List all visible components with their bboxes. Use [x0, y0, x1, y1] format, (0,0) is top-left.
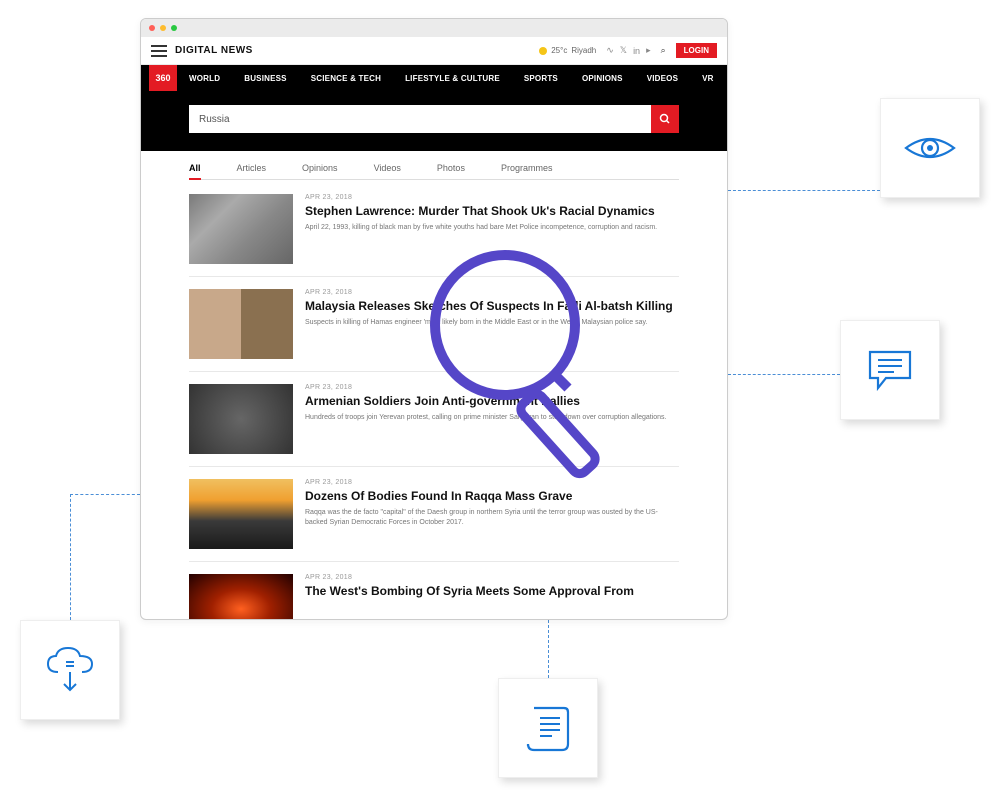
- twitter-icon[interactable]: 𝕏: [620, 45, 627, 56]
- tab-videos[interactable]: Videos: [374, 163, 401, 173]
- list-item[interactable]: APR 23, 2018 Stephen Lawrence: Murder Th…: [189, 194, 679, 277]
- brand-title: DIGITAL NEWS: [175, 45, 253, 56]
- youtube-icon[interactable]: ▸: [646, 45, 651, 56]
- feature-card-script: [498, 678, 598, 778]
- article-body: APR 23, 2018 Stephen Lawrence: Murder Th…: [305, 194, 679, 264]
- content-area: All Articles Opinions Videos Photos Prog…: [141, 151, 727, 620]
- hamburger-icon[interactable]: [151, 45, 167, 57]
- search-input[interactable]: [189, 105, 651, 133]
- linkedin-icon[interactable]: in: [633, 46, 640, 56]
- article-thumbnail: [189, 289, 293, 359]
- connector-line: [70, 494, 140, 495]
- window-titlebar: [141, 19, 727, 37]
- article-body: APR 23, 2018 Dozens Of Bodies Found In R…: [305, 479, 679, 549]
- tab-programmes[interactable]: Programmes: [501, 163, 553, 173]
- article-body: APR 23, 2018 Malaysia Releases Sketches …: [305, 289, 679, 359]
- top-header: DIGITAL NEWS 25°c Riyadh ∿ 𝕏 in ▸ ⌕ LOGI…: [141, 37, 727, 65]
- connector-line: [728, 190, 880, 191]
- maximize-icon[interactable]: [171, 25, 177, 31]
- weather-temp: 25°c: [551, 46, 567, 55]
- rss-icon[interactable]: ∿: [606, 45, 614, 56]
- nav-business[interactable]: BUSINESS: [232, 74, 299, 83]
- nav-videos[interactable]: VIDEOS: [635, 74, 690, 83]
- nav-world[interactable]: WORLD: [177, 74, 232, 83]
- article-title: Dozens Of Bodies Found In Raqqa Mass Gra…: [305, 489, 679, 504]
- article-date: APR 23, 2018: [305, 479, 679, 486]
- article-date: APR 23, 2018: [305, 574, 679, 581]
- login-button[interactable]: LOGIN: [676, 43, 717, 58]
- article-title: Stephen Lawrence: Murder That Shook Uk's…: [305, 204, 679, 219]
- sun-icon: [539, 47, 547, 55]
- nav-vr[interactable]: VR: [690, 74, 726, 83]
- article-title: Malaysia Releases Sketches Of Suspects I…: [305, 299, 679, 314]
- eye-icon: [902, 128, 958, 168]
- minimize-icon[interactable]: [160, 25, 166, 31]
- list-item[interactable]: APR 23, 2018 Dozens Of Bodies Found In R…: [189, 479, 679, 562]
- article-body: APR 23, 2018 Armenian Soldiers Join Anti…: [305, 384, 679, 454]
- feature-card-download: [20, 620, 120, 720]
- close-icon[interactable]: [149, 25, 155, 31]
- article-thumbnail: [189, 384, 293, 454]
- list-item[interactable]: APR 23, 2018 The West's Bombing Of Syria…: [189, 574, 679, 620]
- chat-icon: [866, 348, 914, 392]
- nav-science[interactable]: SCIENCE & TECH: [299, 74, 393, 83]
- weather-city: Riyadh: [571, 46, 596, 55]
- social-icons: ∿ 𝕏 in ▸ ⌕: [606, 45, 665, 56]
- article-date: APR 23, 2018: [305, 384, 679, 391]
- nav-lifestyle[interactable]: LIFESTYLE & CULTURE: [393, 74, 512, 83]
- connector-line: [548, 620, 549, 678]
- article-title: Armenian Soldiers Join Anti-government R…: [305, 394, 679, 409]
- search-button[interactable]: [651, 105, 679, 133]
- article-desc: Suspects in killing of Hamas engineer 'm…: [305, 318, 679, 328]
- article-thumbnail: [189, 479, 293, 549]
- article-body: APR 23, 2018 The West's Bombing Of Syria…: [305, 574, 679, 620]
- filter-tabs: All Articles Opinions Videos Photos Prog…: [189, 163, 679, 180]
- tab-opinions[interactable]: Opinions: [302, 163, 338, 173]
- tab-articles[interactable]: Articles: [237, 163, 267, 173]
- searchbar: [189, 105, 679, 133]
- weather-widget: 25°c Riyadh: [539, 46, 596, 55]
- main-nav: 360 WORLD BUSINESS SCIENCE & TECH LIFEST…: [141, 65, 727, 91]
- connector-line: [70, 494, 71, 620]
- tab-all[interactable]: All: [189, 163, 201, 173]
- nav-logo[interactable]: 360: [149, 65, 177, 91]
- list-item[interactable]: APR 23, 2018 Malaysia Releases Sketches …: [189, 289, 679, 372]
- article-title: The West's Bombing Of Syria Meets Some A…: [305, 584, 679, 599]
- header-right: 25°c Riyadh ∿ 𝕏 in ▸ ⌕ LOGIN: [539, 43, 717, 58]
- cloud-download-icon: [42, 642, 98, 698]
- article-desc: Hundreds of troops join Yerevan protest,…: [305, 413, 679, 423]
- article-date: APR 23, 2018: [305, 194, 679, 201]
- nav-sports[interactable]: SPORTS: [512, 74, 570, 83]
- feature-card-view: [880, 98, 980, 198]
- tab-photos[interactable]: Photos: [437, 163, 465, 173]
- list-item[interactable]: APR 23, 2018 Armenian Soldiers Join Anti…: [189, 384, 679, 467]
- script-icon: [524, 702, 572, 754]
- article-thumbnail: [189, 194, 293, 264]
- nav-opinions[interactable]: OPINIONS: [570, 74, 635, 83]
- article-desc: Raqqa was the de facto "capital" of the …: [305, 508, 679, 528]
- search-icon: [659, 113, 671, 125]
- connector-line: [728, 374, 840, 375]
- article-thumbnail: [189, 574, 293, 620]
- article-desc: April 22, 1993, killing of black man by …: [305, 223, 679, 233]
- feature-card-chat: [840, 320, 940, 420]
- browser-window: DIGITAL NEWS 25°c Riyadh ∿ 𝕏 in ▸ ⌕ LOGI…: [140, 18, 728, 620]
- article-date: APR 23, 2018: [305, 289, 679, 296]
- search-mini-icon[interactable]: ⌕: [661, 45, 666, 56]
- header-left: DIGITAL NEWS: [151, 45, 253, 57]
- search-section: [141, 91, 727, 151]
